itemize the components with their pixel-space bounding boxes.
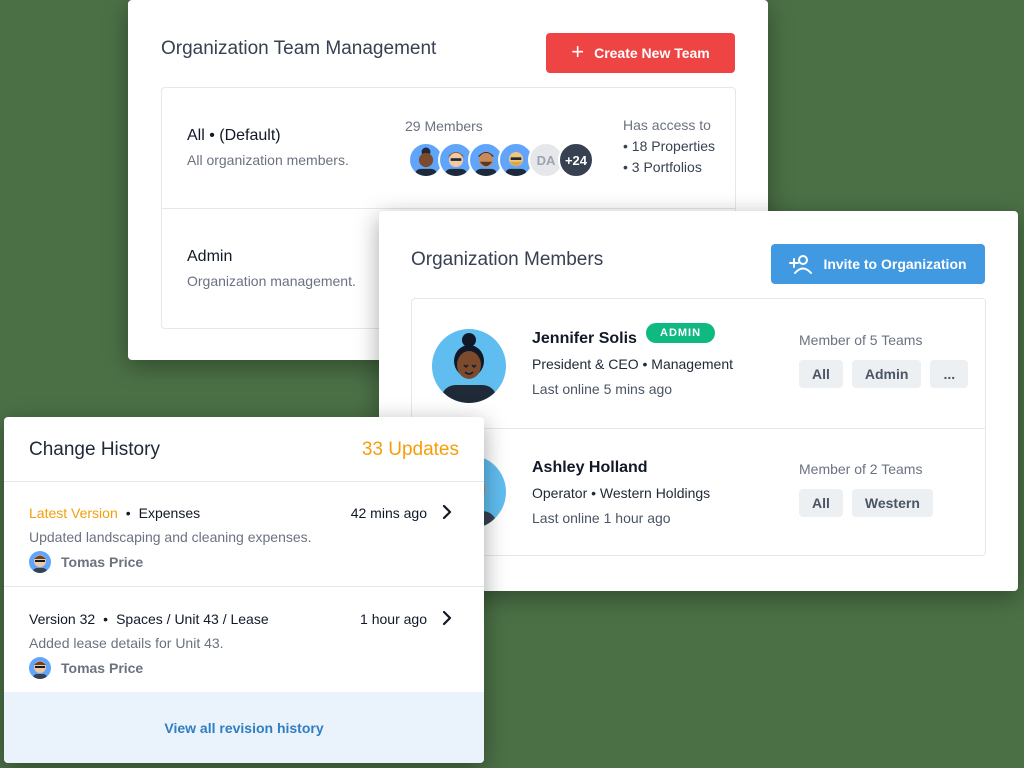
change-history-card: Change History 33 Updates Latest Version…: [4, 417, 484, 763]
history-entry-header: Latest Version • Expenses: [29, 505, 201, 521]
change-area: Spaces / Unit 43 / Lease: [116, 611, 269, 627]
team-name: Admin: [187, 248, 233, 265]
access-summary: Has access to • 18 Properties • 3 Portfo…: [623, 115, 715, 178]
members-count: 29 Members: [405, 118, 483, 134]
member-name: Jennifer Solis: [532, 330, 637, 347]
history-entry-header: Version 32 • Spaces / Unit 43 / Lease: [29, 611, 269, 627]
author-name: Tomas Price: [61, 660, 144, 676]
access-label: Has access to: [623, 117, 711, 133]
member-last-online: Last online 1 hour ago: [532, 510, 671, 526]
member-role: President & CEO • Management: [532, 356, 733, 372]
member-last-online: Last online 5 mins ago: [532, 381, 673, 397]
create-new-team-button[interactable]: + Create New Team: [546, 33, 735, 73]
change-author: Tomas Price: [29, 657, 143, 679]
updates-count: 33 Updates: [361, 439, 459, 460]
view-all-revision-history-link[interactable]: View all revision history: [164, 720, 323, 736]
team-chip[interactable]: Admin: [851, 360, 922, 388]
version-label: Latest Version: [29, 505, 118, 521]
change-time: 42 mins ago: [350, 505, 427, 521]
team-row-all[interactable]: All • (Default) All organization members…: [162, 88, 735, 208]
member-row[interactable]: Ashley Holland Operator • Western Holdin…: [412, 428, 985, 557]
admin-badge: ADMIN: [646, 323, 716, 343]
change-description: Updated landscaping and cleaning expense…: [29, 529, 312, 545]
member-teams-label: Member of 5 Teams: [799, 332, 923, 348]
invite-button-label: Invite to Organization: [823, 256, 967, 272]
create-new-team-label: Create New Team: [594, 45, 710, 61]
change-time: 1 hour ago: [360, 611, 427, 627]
plus-icon: +: [571, 39, 585, 64]
team-description: Organization management.: [187, 273, 356, 289]
member-team-chips: All Admin ...: [799, 360, 969, 388]
version-label: Version 32: [29, 611, 96, 627]
more-members-count[interactable]: +24: [558, 142, 594, 178]
change-area: Expenses: [138, 505, 201, 521]
team-chip[interactable]: Western: [851, 489, 933, 517]
team-description: All organization members.: [187, 152, 349, 168]
team-chip[interactable]: All: [799, 360, 843, 388]
history-entry[interactable]: Version 32 • Spaces / Unit 43 / Lease 1 ho…: [4, 587, 484, 693]
change-history-title: Change History: [29, 439, 160, 460]
user-plus-icon: [789, 255, 813, 274]
access-item: • 3 Portfolios: [623, 159, 702, 175]
access-item: • 18 Properties: [623, 138, 716, 154]
team-management-title: Organization Team Management: [161, 38, 437, 59]
change-author: Tomas Price: [29, 551, 143, 573]
team-chip[interactable]: All: [799, 489, 843, 517]
organization-members-title: Organization Members: [411, 249, 604, 270]
history-entry[interactable]: Latest Version • Expenses 42 mins ago Upda…: [4, 481, 484, 587]
avatar: [432, 329, 506, 403]
chevron-right-icon[interactable]: [440, 503, 454, 521]
member-team-chips: All Western: [799, 489, 933, 517]
member-name: Ashley Holland: [532, 459, 648, 476]
member-avatars: DA +24: [408, 142, 594, 178]
author-name: Tomas Price: [61, 554, 144, 570]
team-name: All • (Default): [187, 127, 281, 144]
more-teams-chip[interactable]: ...: [930, 360, 969, 388]
member-row[interactable]: Jennifer Solis ADMIN President & CEO • M…: [412, 299, 985, 428]
history-footer: View all revision history: [4, 692, 484, 763]
member-role: Operator • Western Holdings: [532, 485, 711, 501]
members-list: Jennifer Solis ADMIN President & CEO • M…: [411, 298, 986, 556]
chevron-right-icon[interactable]: [440, 609, 454, 627]
author-avatar: [29, 657, 51, 679]
change-description: Added lease details for Unit 43.: [29, 635, 224, 651]
member-teams-label: Member of 2 Teams: [799, 461, 923, 477]
invite-to-organization-button[interactable]: Invite to Organization: [771, 244, 985, 284]
author-avatar: [29, 551, 51, 573]
